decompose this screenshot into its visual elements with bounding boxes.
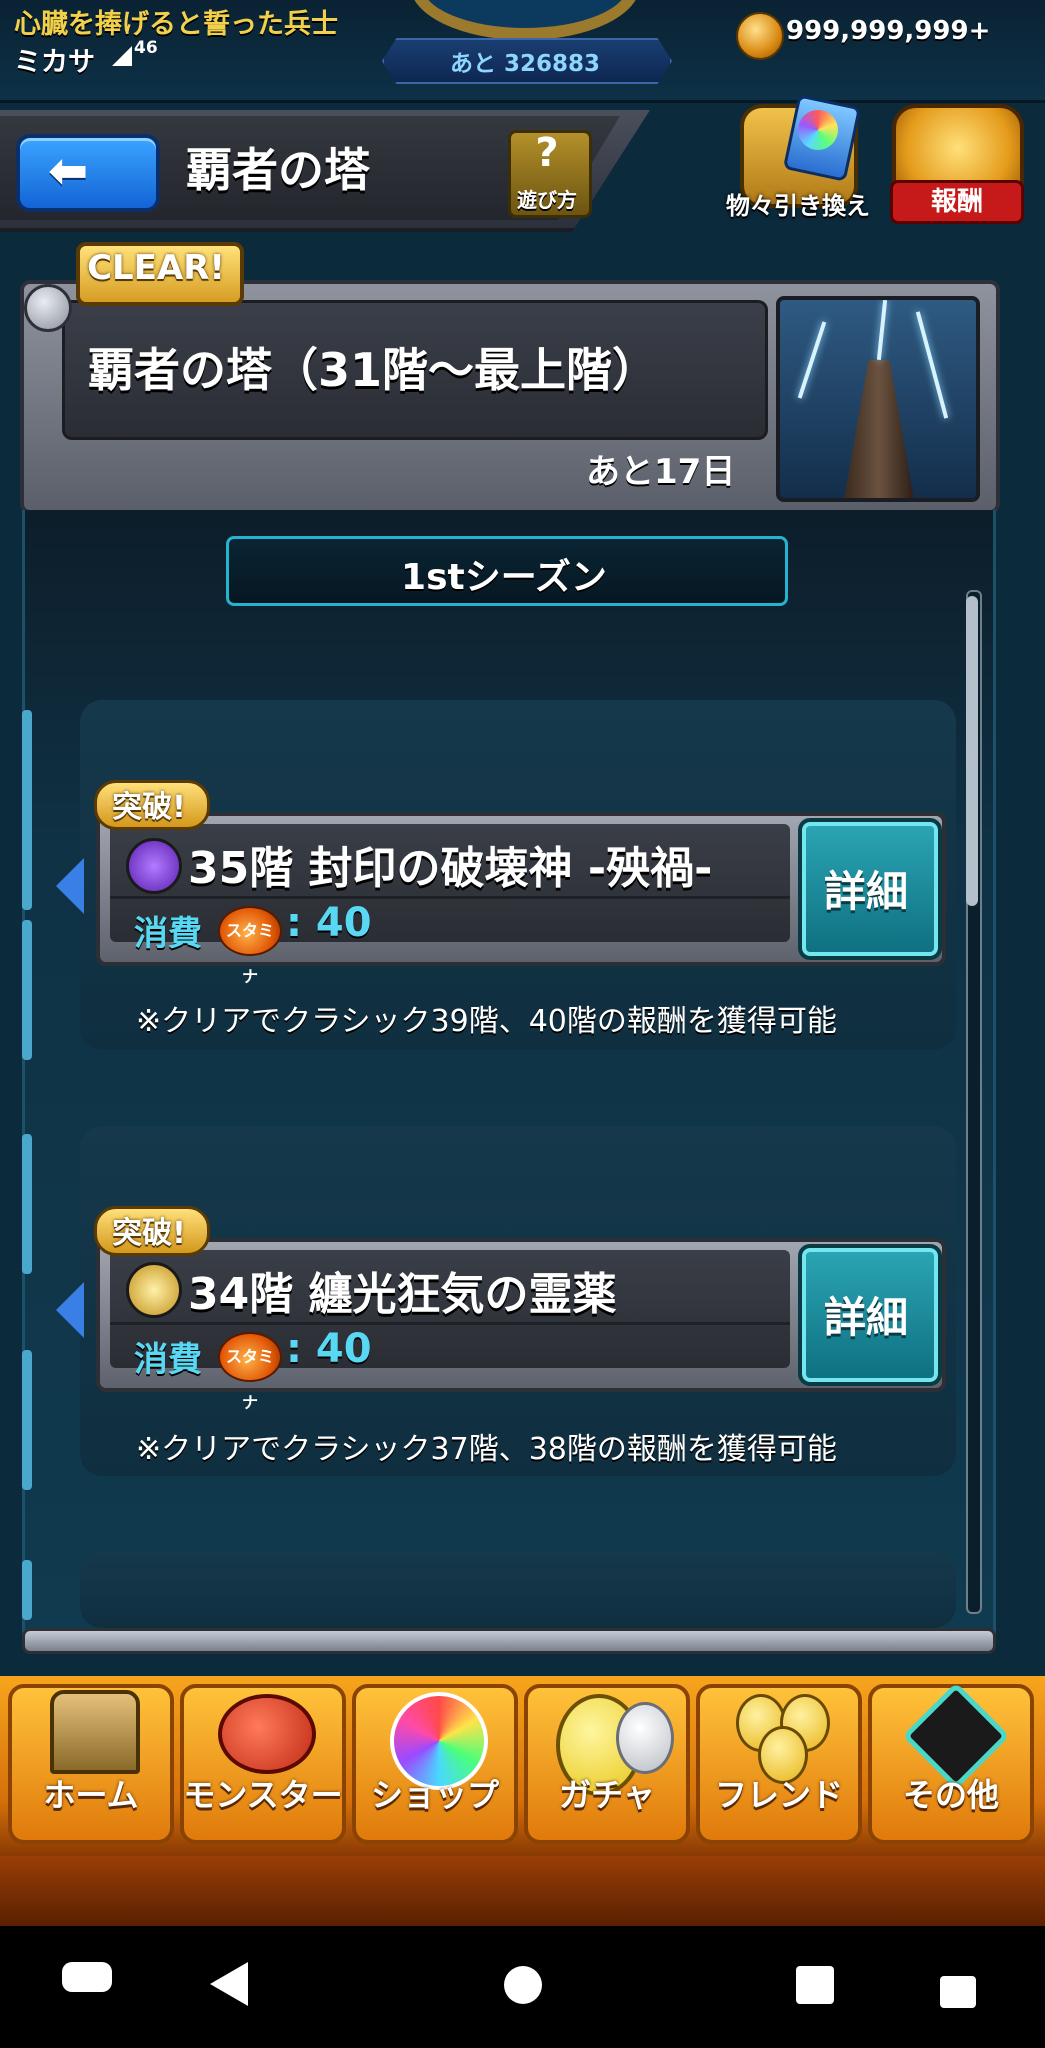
page-title: 覇者の塔 [186,143,370,197]
tower-thumbnail [776,296,980,502]
nav-label: フレンド [714,1776,843,1814]
detail-label: 詳細 [823,1293,908,1342]
gamepad-icon[interactable] [62,1962,112,1992]
cost-label: 消費 [134,914,202,954]
lightning-icon [915,311,949,419]
recents-icon[interactable] [796,1966,834,2004]
season-label: 1stシーズン [401,557,607,598]
exp-remaining-text: あと 326883 [449,51,601,77]
event-remaining-days: あと17日 [586,452,736,492]
list-bottom-frame [22,1628,996,1654]
rainbow-orb-icon [798,110,838,150]
floor-divider [110,896,790,899]
question-icon: ? [535,130,559,176]
nav-label: ショップ [370,1776,499,1814]
cost-label: 消費 [134,1340,202,1380]
floor-name: 35階 封印の破壊神 -殃禍- [188,843,713,894]
event-title: 覇者の塔（31階～最上階） [88,343,659,397]
cost-value: : 40 [286,1326,372,1372]
lightning-icon [797,321,827,399]
floor-divider [110,1322,790,1325]
stamina-icon: スタミナ [218,1332,282,1412]
left-rail [22,1560,32,1620]
pin-icon [24,284,72,332]
dark-element-icon [126,838,182,894]
player-title: 心臓を捧げると誓った兵士 [14,9,338,40]
nav-label: ガチャ [559,1776,655,1814]
back-arrow-icon: ⬅ [48,143,89,199]
selected-arrow-icon [56,1282,84,1338]
selected-arrow-icon [56,858,84,914]
left-rail [22,710,32,910]
nav-label: モンスター [183,1776,343,1814]
home-icon[interactable] [504,1966,542,2004]
scrollbar-thumb[interactable] [966,596,978,906]
reward-note: ※クリアでクラシック39階、40階の報酬を獲得可能 [136,1004,837,1039]
coin-icon [736,12,784,60]
player-name: ミカサ [14,47,95,78]
nav-label: ホーム [43,1776,139,1814]
exchange-label: 物々引き換え [726,192,870,220]
left-rail [22,920,32,1060]
lightning-icon [876,300,888,361]
tower-icon [844,360,914,498]
egg-icon [616,1702,674,1774]
reward-note: ※クリアでクラシック37階、38階の報酬を獲得可能 [136,1432,837,1467]
player-level: 46 [134,38,158,58]
lock-icon[interactable] [940,1976,976,2008]
gate-icon [50,1690,140,1774]
coin-count: 999,999,999+ [786,16,991,46]
stamina-icon: スタミナ [218,906,282,986]
howto-label: 遊び方 [517,188,577,212]
cost-value: : 40 [286,900,372,946]
reward-label: 報酬 [890,180,1024,224]
dragon-icon [218,1694,316,1774]
breakthrough-text: 突破! [112,1216,186,1251]
nav-label: その他 [902,1776,999,1814]
floor-name: 34階 纏光狂気の霊薬 [188,1269,617,1320]
clear-badge-text: CLEAR! [87,248,225,288]
floor-item[interactable] [80,1552,956,1628]
back-icon[interactable] [210,1962,248,2006]
detail-label: 詳細 [823,867,908,916]
rank-signal-icon [112,46,132,66]
breakthrough-text: 突破! [112,790,186,825]
left-rail [22,1350,32,1490]
bottom-nav-base [0,1856,1045,1926]
light-element-icon [126,1262,182,1318]
left-rail [22,1134,32,1274]
